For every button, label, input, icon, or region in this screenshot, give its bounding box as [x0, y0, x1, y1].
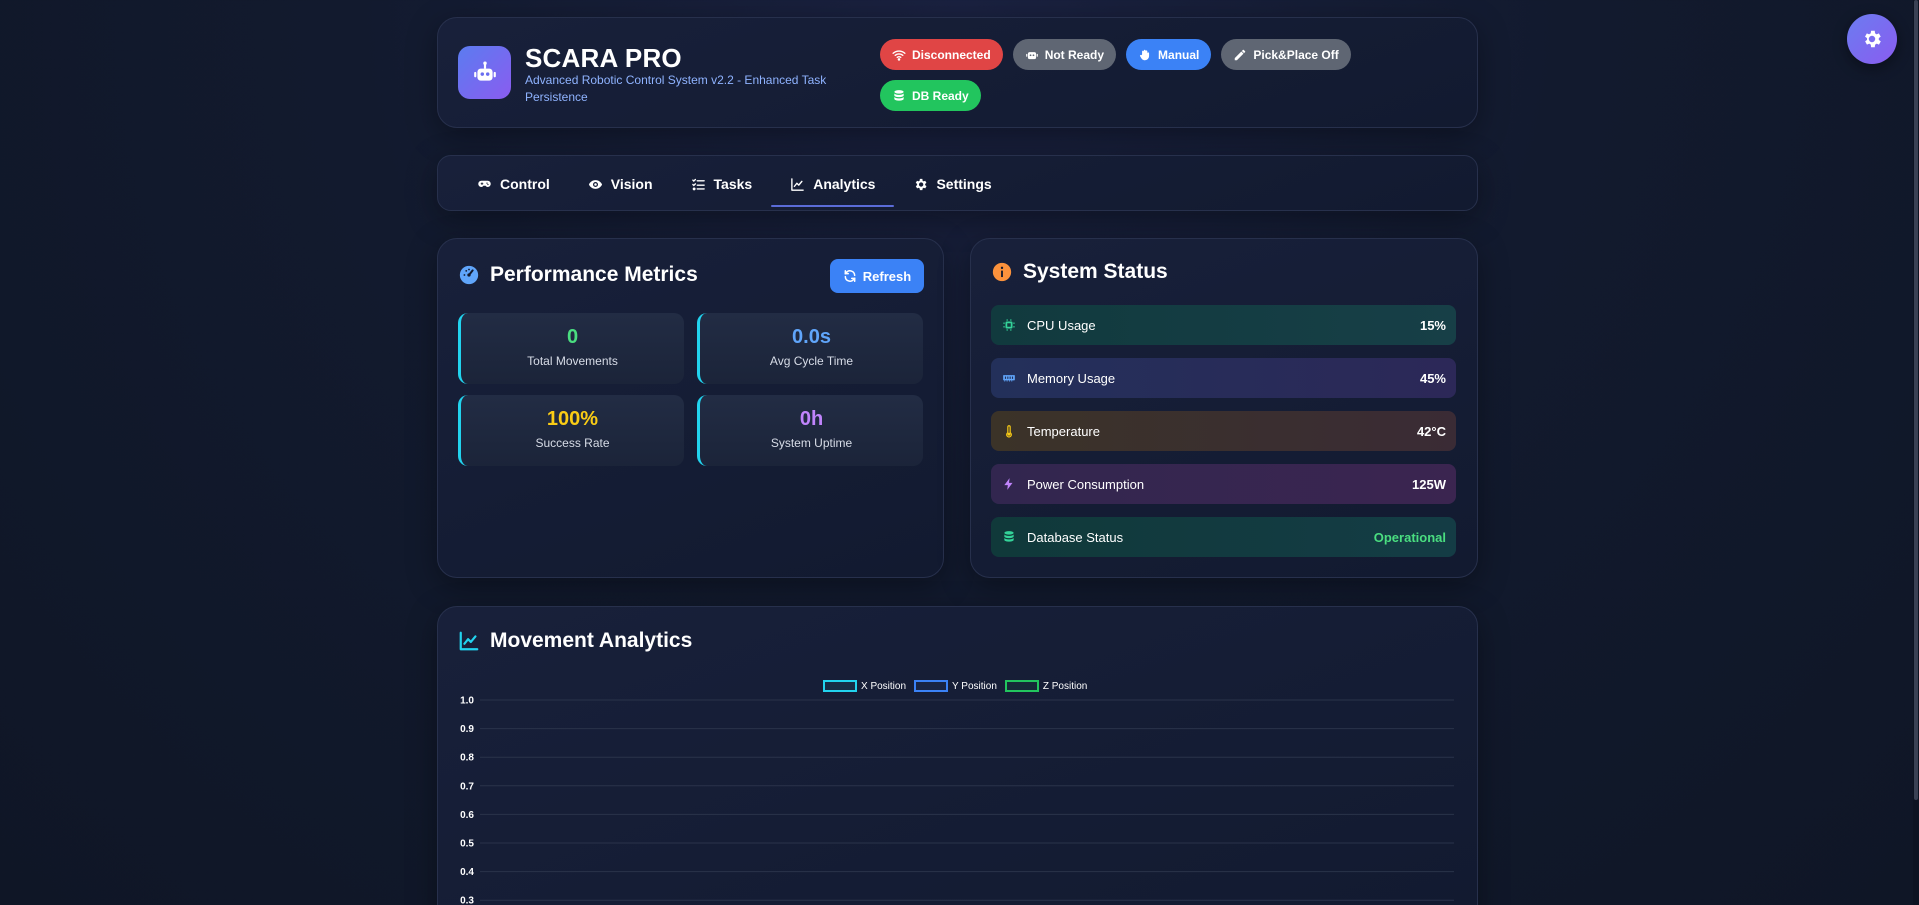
metric-avg-cycle-time: 0.0s Avg Cycle Time	[697, 313, 923, 384]
metric-success-rate: 100% Success Rate	[458, 395, 684, 466]
tab-analytics[interactable]: Analytics	[771, 161, 895, 207]
tab-settings-label: Settings	[936, 176, 992, 192]
gamepad-icon	[478, 180, 491, 187]
system-status-panel: System Status CPU Usage 15% Memory Usage…	[970, 238, 1478, 578]
app-header: SCARA PRO Advanced Robotic Control Syste…	[437, 17, 1478, 128]
metric-label: Avg Cycle Time	[769, 354, 854, 368]
status-row-memory: Memory Usage 45%	[991, 358, 1456, 398]
eye-icon	[588, 179, 602, 189]
y-tick-label: 0.4	[460, 867, 474, 878]
app-subtitle: Advanced Robotic Control System v2.2 - E…	[525, 73, 827, 104]
tab-control[interactable]: Control	[458, 161, 569, 207]
connection-badge-label: Disconnected	[912, 47, 991, 62]
y-tick-label: 0.5	[460, 839, 474, 850]
y-tick-label: 0.3	[460, 896, 474, 905]
metric-system-uptime: 0h System Uptime	[697, 395, 923, 466]
gear-icon	[1865, 30, 1881, 48]
tab-analytics-label: Analytics	[813, 176, 876, 192]
database-icon	[894, 89, 904, 101]
status-label: Power Consumption	[1027, 476, 1145, 492]
status-row-power: Power Consumption 125W	[991, 464, 1456, 504]
gauge-icon	[459, 265, 479, 285]
status-value: 42°C	[1416, 423, 1446, 439]
status-row-database: Database Status Operational	[991, 517, 1456, 557]
settings-fab[interactable]	[1847, 14, 1897, 64]
gear-icon	[916, 178, 927, 190]
status-value: 125W	[1412, 476, 1446, 492]
info-icon	[992, 262, 1012, 282]
ready-badge[interactable]: Not Ready	[1012, 39, 1117, 70]
metric-value: 100%	[546, 408, 599, 430]
status-label: Database Status	[1027, 529, 1124, 545]
metric-total-movements: 0 Total Movements	[458, 313, 684, 384]
system-status-title-row: System Status	[991, 260, 1168, 284]
thermometer-icon	[1001, 423, 1017, 439]
pencil-icon	[1235, 49, 1246, 60]
database-icon	[1001, 529, 1017, 545]
microchip-icon	[1001, 317, 1017, 333]
tab-control-label: Control	[500, 176, 550, 192]
performance-title-row: Performance Metrics	[458, 263, 698, 287]
performance-title: Performance Metrics	[490, 263, 698, 286]
status-row-temperature: Temperature 42°C	[991, 411, 1456, 451]
ready-badge-label: Not Ready	[1044, 47, 1105, 62]
app-title: SCARA PRO	[525, 43, 682, 73]
status-value: 45%	[1419, 370, 1446, 386]
tab-tasks[interactable]: Tasks	[672, 161, 772, 207]
connection-badge[interactable]: Disconnected	[880, 39, 1003, 70]
status-value: Operational	[1373, 529, 1446, 545]
tasks-icon	[691, 178, 705, 190]
metric-value: 0h	[799, 408, 824, 430]
y-tick-label: 0.7	[460, 781, 474, 792]
status-label: Temperature	[1027, 423, 1100, 439]
y-tick-label: 0.6	[460, 810, 474, 821]
tab-vision[interactable]: Vision	[569, 161, 672, 207]
y-tick-label: 0.9	[460, 724, 474, 735]
refresh-label: Refresh	[862, 268, 912, 284]
chart-line-icon	[791, 177, 805, 191]
db-badge[interactable]: DB Ready	[880, 80, 981, 111]
performance-panel: Performance Metrics Refresh 0 Total Move…	[437, 238, 944, 578]
movement-chart: 1.0 0.9 0.8 0.7 0.6 0.5 0.4 0.3	[460, 696, 1454, 905]
status-value: 15%	[1419, 317, 1446, 333]
metric-value: 0.0s	[792, 326, 831, 348]
metric-label: System Uptime	[770, 436, 853, 450]
robot-logo-icon	[458, 46, 511, 99]
status-row-cpu: CPU Usage 15%	[991, 305, 1456, 345]
status-label: Memory Usage	[1027, 370, 1116, 386]
metric-value: 0	[566, 326, 579, 348]
movement-analytics-panel: Movement Analytics X Position Y Position…	[437, 606, 1478, 905]
metric-label: Success Rate	[535, 436, 610, 450]
mode-badge[interactable]: Manual	[1126, 39, 1212, 70]
system-status-title: System Status	[1023, 260, 1168, 283]
tab-settings[interactable]: Settings	[894, 161, 1010, 207]
y-tick-label: 1.0	[460, 696, 474, 707]
metric-label: Total Movements	[527, 354, 618, 368]
pick-place-badge[interactable]: Pick&Place Off	[1221, 39, 1351, 70]
pick-place-badge-label: Pick&Place Off	[1253, 47, 1339, 62]
y-tick-label: 0.8	[460, 753, 474, 764]
hand-icon	[1139, 49, 1150, 60]
memory-icon	[1001, 370, 1017, 386]
tab-bar: Control Vision Tasks Analytics Settings	[437, 155, 1478, 211]
page-scrollbar-thumb[interactable]	[1914, 0, 1918, 800]
status-label: CPU Usage	[1027, 317, 1096, 333]
tab-vision-label: Vision	[610, 176, 653, 192]
refresh-icon	[844, 269, 856, 283]
mode-badge-label: Manual	[1158, 47, 1200, 62]
bolt-icon	[1001, 476, 1017, 492]
robot-icon	[1025, 51, 1038, 59]
wifi-icon	[892, 49, 906, 61]
db-badge-label: DB Ready	[912, 88, 969, 103]
refresh-button[interactable]: Refresh	[830, 259, 924, 293]
status-badges: Disconnected Not Ready Manual Pick&Place…	[880, 39, 1360, 111]
tab-tasks-label: Tasks	[713, 176, 753, 192]
